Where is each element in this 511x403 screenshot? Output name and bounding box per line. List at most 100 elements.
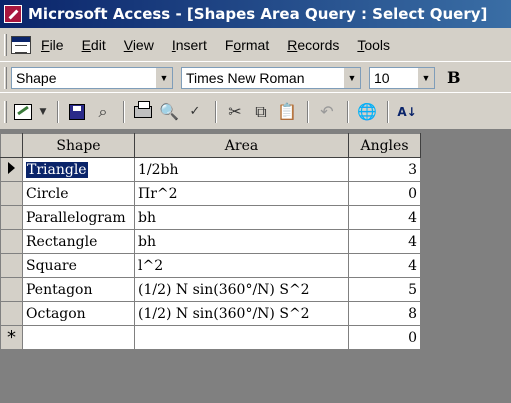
toolbar-grip[interactable] <box>4 100 7 123</box>
column-header-area[interactable]: Area <box>134 133 349 158</box>
cell-area[interactable]: Πr^2 <box>134 181 349 206</box>
cell-shape[interactable]: Triangle <box>22 157 135 182</box>
database-window-icon[interactable] <box>11 35 31 54</box>
record-selector[interactable] <box>0 229 23 254</box>
record-selector-current[interactable] <box>0 157 23 182</box>
chevron-down-icon[interactable]: ▼ <box>156 67 172 88</box>
copy-icon: ⧉ <box>255 101 267 121</box>
save-button[interactable] <box>65 100 89 124</box>
query-datasheet: Shape Area Angles Triangle 1/2bh 3 Circl… <box>0 133 421 350</box>
current-record-pointer-icon <box>8 161 15 174</box>
cell-area[interactable]: (1/2) N sin(360°/N) S^2 <box>134 277 349 302</box>
insert-hyperlink-icon: 🌐 <box>357 102 377 121</box>
font-size-combo[interactable]: 10 ▼ <box>369 66 435 89</box>
access-app-icon[interactable] <box>4 5 22 23</box>
cut-icon: ✂ <box>228 102 242 121</box>
cell-shape[interactable]: Square <box>22 253 135 278</box>
chevron-down-icon[interactable]: ▼ <box>344 67 360 88</box>
cell-shape[interactable]: Pentagon <box>22 277 135 302</box>
menu-bar: File Edit View Insert Format Records Too… <box>0 28 511 62</box>
window-title: Microsoft Access - [Shapes Area Query : … <box>28 5 488 23</box>
menu-file[interactable]: File <box>41 37 64 53</box>
cell-angles[interactable]: 4 <box>348 205 421 230</box>
table-row: Square l^2 4 <box>0 253 421 278</box>
print-icon <box>134 100 152 118</box>
cell-angles[interactable]: 4 <box>348 253 421 278</box>
cell-shape[interactable]: Rectangle <box>22 229 135 254</box>
cell-angles[interactable]: 4 <box>348 229 421 254</box>
cell-area[interactable] <box>134 325 349 350</box>
datasheet-view: Shape Area Angles Triangle 1/2bh 3 Circl… <box>0 130 511 403</box>
cell-angles[interactable]: 0 <box>348 325 421 350</box>
header-row: Shape Area Angles <box>0 133 421 158</box>
insert-hyperlink-button[interactable]: 🌐 <box>355 100 379 124</box>
print-preview-button[interactable]: 🔍 <box>157 100 181 124</box>
spelling-button[interactable]: ✓ <box>183 100 207 124</box>
record-selector[interactable] <box>0 301 23 326</box>
print-button[interactable] <box>131 100 155 124</box>
object-combo[interactable]: Shape ▼ <box>11 66 173 89</box>
menu-view[interactable]: View <box>124 37 154 53</box>
cell-shape[interactable]: Circle <box>22 181 135 206</box>
cell-angles[interactable]: 8 <box>348 301 421 326</box>
record-selector[interactable] <box>0 205 23 230</box>
bold-button[interactable]: B <box>447 68 461 87</box>
table-row: Rectangle bh 4 <box>0 229 421 254</box>
menu-records[interactable]: Records <box>287 37 339 53</box>
table-row: Circle Πr^2 0 <box>0 181 421 206</box>
menu-insert[interactable]: Insert <box>172 37 207 53</box>
new-record-icon: * <box>7 327 16 348</box>
menu-edit[interactable]: Edit <box>82 37 106 53</box>
standard-toolbar: ▼ ⌕ 🔍 ✓ ✂ ⧉ 📋 ↶ 🌐 A↓ <box>0 94 511 130</box>
object-combo-value: Shape <box>16 69 57 86</box>
cell-area[interactable]: 1/2bh <box>134 157 349 182</box>
cell-angles[interactable]: 5 <box>348 277 421 302</box>
column-header-shape[interactable]: Shape <box>22 133 135 158</box>
paste-icon: 📋 <box>277 102 297 121</box>
chevron-down-icon: ▼ <box>39 106 47 117</box>
cell-shape[interactable]: Octagon <box>22 301 135 326</box>
cut-button[interactable]: ✂ <box>223 100 247 124</box>
title-bar: Microsoft Access - [Shapes Area Query : … <box>0 0 511 28</box>
undo-icon: ↶ <box>320 102 334 121</box>
view-dropdown[interactable]: ▼ <box>37 100 49 124</box>
font-combo-value: Times New Roman <box>186 69 305 86</box>
cell-angles[interactable]: 3 <box>348 157 421 182</box>
spelling-icon: ✓ <box>189 104 201 119</box>
view-button[interactable] <box>11 100 35 124</box>
formatting-toolbar: Shape ▼ Times New Roman ▼ 10 ▼ B <box>0 63 511 93</box>
toolbar-grip[interactable] <box>4 33 7 56</box>
toolbar-grip[interactable] <box>4 66 7 89</box>
sort-ascending-button[interactable]: A↓ <box>395 100 419 124</box>
print-preview-icon: 🔍 <box>159 102 179 121</box>
sort-ascending-icon: A↓ <box>397 104 417 119</box>
find-button[interactable]: ⌕ <box>91 100 115 124</box>
cell-area[interactable]: (1/2) N sin(360°/N) S^2 <box>134 301 349 326</box>
save-icon <box>69 103 85 120</box>
menu-format[interactable]: Format <box>225 37 269 53</box>
find-icon: ⌕ <box>98 101 108 121</box>
undo-button[interactable]: ↶ <box>315 100 339 124</box>
table-row: Parallelogram bh 4 <box>0 205 421 230</box>
font-size-combo-value: 10 <box>374 69 390 86</box>
record-selector[interactable] <box>0 181 23 206</box>
paste-button[interactable]: 📋 <box>275 100 299 124</box>
cell-shape[interactable] <box>22 325 135 350</box>
record-selector[interactable] <box>0 253 23 278</box>
chevron-down-icon[interactable]: ▼ <box>418 67 434 88</box>
copy-button[interactable]: ⧉ <box>249 100 273 124</box>
table-row: Triangle 1/2bh 3 <box>0 157 421 182</box>
cell-angles[interactable]: 0 <box>348 181 421 206</box>
cell-area[interactable]: l^2 <box>134 253 349 278</box>
menu-tools[interactable]: Tools <box>357 37 390 53</box>
cell-area[interactable]: bh <box>134 205 349 230</box>
table-row: Octagon (1/2) N sin(360°/N) S^2 8 <box>0 301 421 326</box>
select-all-corner[interactable] <box>0 133 23 158</box>
column-header-angles[interactable]: Angles <box>348 133 421 158</box>
new-record-selector[interactable]: * <box>0 325 23 350</box>
cell-shape[interactable]: Parallelogram <box>22 205 135 230</box>
view-icon <box>14 103 32 120</box>
font-combo[interactable]: Times New Roman ▼ <box>181 66 361 89</box>
cell-area[interactable]: bh <box>134 229 349 254</box>
record-selector[interactable] <box>0 277 23 302</box>
